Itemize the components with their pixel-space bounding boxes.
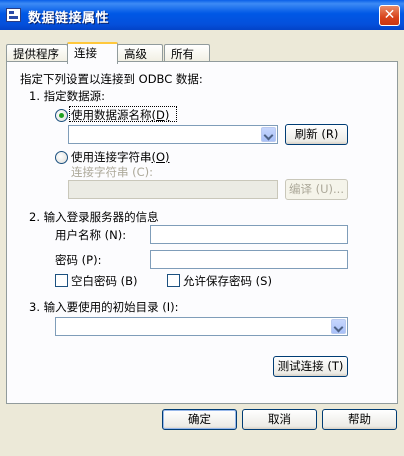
allow-save-password-label[interactable]: 允许保存密码 (S) <box>183 273 272 289</box>
connstr-label: 连接字符串 (C): <box>71 165 154 179</box>
catalog-combo[interactable] <box>55 317 348 336</box>
step1-heading: 1. 指定数据源: <box>29 89 106 103</box>
connstr-input[interactable] <box>68 180 278 199</box>
test-connection-button[interactable]: 测试连接 (T) <box>273 356 348 377</box>
dsn-radio[interactable] <box>55 109 68 122</box>
window-title: 数据链接属性 <box>28 11 110 26</box>
password-label: 密码 (P): <box>55 253 102 267</box>
help-button[interactable]: 帮助 <box>322 409 397 430</box>
allow-save-password-checkbox[interactable] <box>167 274 180 287</box>
ok-button[interactable]: 确定 <box>162 409 237 430</box>
tab-connection[interactable]: 连接 <box>67 42 118 64</box>
focus-rect <box>69 106 177 122</box>
username-label: 用户名称 (N): <box>55 228 127 242</box>
blank-password-label[interactable]: 空白密码 (B) <box>71 273 138 289</box>
username-input[interactable] <box>150 225 348 244</box>
tab-advanced[interactable]: 高级 <box>117 44 163 62</box>
step2-heading: 2. 输入登录服务器的信息 <box>29 210 159 224</box>
title-bar: 数据链接属性 ✕ <box>0 0 404 30</box>
connection-panel: 指定下列设置以连接到 ODBC 数据: 1. 指定数据源: 使用数据源名称(D)… <box>6 61 398 404</box>
tab-provider[interactable]: 提供程序 <box>6 44 68 62</box>
step3-heading: 3. 输入要使用的初始目录 (I): <box>29 300 179 314</box>
cancel-button[interactable]: 取消 <box>242 409 317 430</box>
intro-text: 指定下列设置以连接到 ODBC 数据: <box>20 72 203 86</box>
password-input[interactable] <box>150 250 348 269</box>
chevron-down-icon[interactable] <box>331 319 346 334</box>
connstr-radio-label[interactable]: 使用连接字符串(O) <box>71 149 170 165</box>
tab-all[interactable]: 所有 <box>164 44 210 62</box>
build-button[interactable]: 编译 (U)... <box>285 179 348 200</box>
chevron-down-icon[interactable] <box>261 127 276 142</box>
dsn-radio-label[interactable]: 使用数据源名称(D) <box>69 106 177 123</box>
blank-password-checkbox[interactable] <box>55 274 68 287</box>
close-button[interactable]: ✕ <box>379 5 400 26</box>
data-link-icon <box>6 8 21 22</box>
refresh-button[interactable]: 刷新 (R) <box>285 124 348 145</box>
connstr-radio[interactable] <box>55 151 68 164</box>
dsn-combo[interactable] <box>68 125 278 144</box>
